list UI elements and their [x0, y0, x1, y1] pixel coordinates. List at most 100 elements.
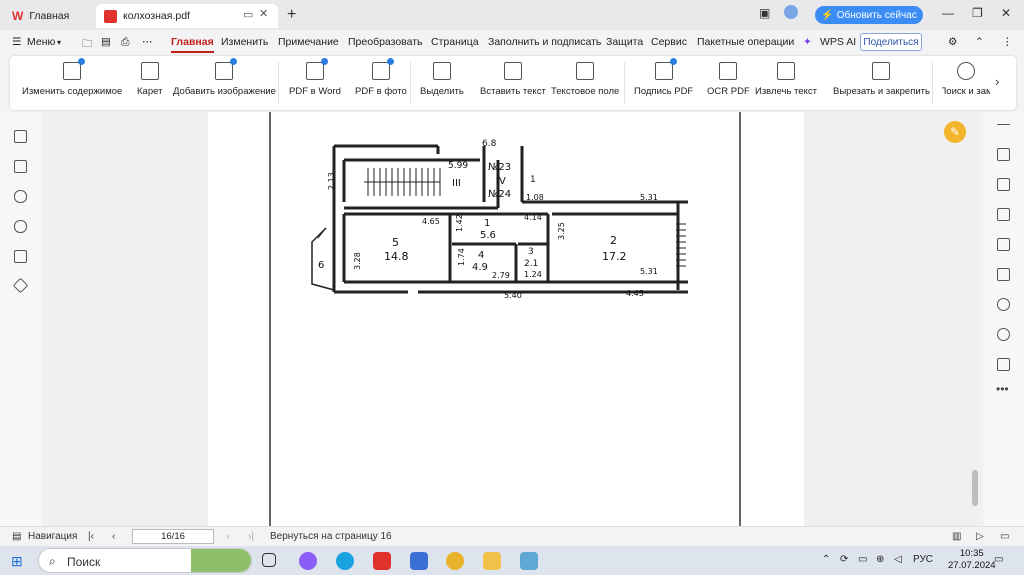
tray-network-icon[interactable]: ⊕	[876, 554, 884, 565]
menu-tab-edit[interactable]: Изменить	[221, 36, 268, 48]
signature-icon[interactable]	[14, 250, 27, 263]
restore-icon[interactable]: ❐	[972, 6, 983, 20]
store-icon[interactable]	[410, 552, 428, 570]
next-page-icon[interactable]: ›	[226, 531, 229, 542]
tray-volume-icon[interactable]: ◁	[894, 554, 902, 565]
menu-tab-fill-sign[interactable]: Заполнить и подписать	[488, 36, 601, 48]
insert-text-button[interactable]: Вставить текст	[480, 62, 546, 106]
crop-pin-button[interactable]: Вырезать и закрепить	[833, 62, 930, 106]
monitor-icon[interactable]: ▭	[243, 8, 253, 21]
find-icon[interactable]	[997, 298, 1010, 311]
text-box-icon	[576, 62, 595, 80]
tray-language[interactable]: РУС	[913, 554, 933, 565]
navigation-icon[interactable]: ▤	[12, 531, 21, 542]
tray-battery-icon[interactable]: ▭	[858, 554, 867, 565]
pdf-page[interactable]: 6.8 5.99 №23 IV №24 III 2.13 1 1.08 5.31…	[208, 112, 804, 526]
attachment-icon[interactable]	[14, 220, 27, 233]
paint-icon[interactable]	[520, 552, 538, 570]
play-icon[interactable]: ▷	[976, 531, 984, 542]
chrome-icon[interactable]	[446, 552, 464, 570]
last-page-icon[interactable]: ›|	[248, 531, 254, 542]
help-icon[interactable]	[997, 328, 1010, 341]
menu-tab-service[interactable]: Сервис	[651, 36, 687, 48]
text-box-button[interactable]: Текстовое поле	[551, 62, 619, 106]
save-icon[interactable]: ▤	[101, 36, 111, 48]
pdf-to-word-button[interactable]: PDF в Word	[289, 58, 341, 106]
ribbon-scroll-right-icon[interactable]: ›	[995, 74, 999, 89]
more-options-icon[interactable]: ⋮	[1002, 36, 1013, 48]
reading-view-icon[interactable]: ▥	[952, 531, 961, 542]
taskbar-search[interactable]: ⌕ Поиск	[38, 548, 252, 573]
avatar[interactable]	[784, 5, 798, 19]
tray-sync-icon[interactable]: ⟳	[840, 554, 848, 565]
back-to-page-link[interactable]: Вернуться на страницу 16	[270, 531, 392, 542]
window-layout-icon[interactable]: ▣	[759, 6, 770, 20]
task-view-icon[interactable]	[262, 553, 276, 567]
open-folder-icon[interactable]: 🗀	[82, 36, 93, 54]
file-explorer-icon[interactable]	[483, 552, 501, 570]
minimize-icon[interactable]: —	[942, 6, 954, 20]
comments-icon[interactable]	[14, 190, 27, 203]
sign-icon[interactable]	[997, 208, 1010, 221]
print-icon[interactable]: ⎙	[121, 36, 129, 49]
tab-home[interactable]: W Главная	[4, 4, 94, 28]
hamburger-icon[interactable]: ☰	[12, 36, 21, 48]
edit-icon[interactable]	[997, 148, 1010, 161]
crop-icon	[872, 62, 891, 80]
menu-tab-page[interactable]: Страница	[431, 36, 479, 48]
add-image-button[interactable]: Добавить изображение	[173, 58, 276, 106]
page-number-input[interactable]: 16/16	[132, 529, 214, 544]
wps-ai-button[interactable]: WPS AI	[820, 36, 856, 48]
thumbnails-icon[interactable]	[14, 160, 27, 173]
tab-document-label: колхозная.pdf	[123, 10, 190, 22]
menu-tab-comment[interactable]: Примечание	[278, 36, 339, 48]
zoom-fit-icon[interactable]: ▭	[1000, 531, 1009, 542]
document-icon[interactable]	[997, 178, 1010, 191]
caret-button[interactable]: Карет	[137, 62, 162, 106]
new-tab-icon[interactable]: +	[287, 6, 296, 24]
layers-icon[interactable]	[12, 277, 29, 294]
menu-tab-home[interactable]: Главная	[171, 36, 214, 53]
menu-tab-convert[interactable]: Преобразовать	[348, 36, 423, 48]
share-button[interactable]: Поделиться	[860, 33, 922, 51]
pdf-sign-button[interactable]: Подпись PDF	[634, 58, 693, 106]
navigation-label[interactable]: Навигация	[28, 531, 77, 542]
pdf-to-image-button[interactable]: PDF в фото	[355, 58, 407, 106]
edit-content-button[interactable]: Изменить содержимое	[22, 58, 122, 106]
ribbon-divider	[278, 62, 279, 104]
tab-document[interactable]: колхозная.pdf ▭ ✕	[96, 4, 278, 28]
copilot-icon[interactable]	[299, 552, 317, 570]
highlight-button[interactable]: Выделить	[420, 62, 464, 106]
update-button[interactable]: ⚡ Обновить сейчас	[815, 6, 923, 24]
extract-text-button[interactable]: Извлечь текст	[755, 62, 817, 106]
settings-icon[interactable]: ⚙	[948, 36, 957, 48]
vertical-scrollbar[interactable]	[972, 470, 978, 506]
windows-start-icon[interactable]: ⊞	[11, 553, 23, 570]
plan-label: 2.13	[327, 172, 336, 190]
menu-tab-batch[interactable]: Пакетные операции	[697, 36, 794, 48]
close-window-icon[interactable]: ✕	[1001, 6, 1011, 20]
more-tools-icon[interactable]: •••	[996, 382, 1009, 396]
read-mode-icon[interactable]	[997, 358, 1010, 371]
menu-tab-protect[interactable]: Защита	[606, 36, 643, 48]
ocr-pdf-button[interactable]: OCR PDF	[707, 62, 750, 106]
prev-page-icon[interactable]: ‹	[112, 531, 115, 542]
first-page-icon[interactable]: |‹	[88, 531, 94, 542]
notifications-icon[interactable]: ▭	[994, 554, 1003, 565]
collapse-ribbon-icon[interactable]: ⌃	[975, 36, 984, 48]
page-props-icon[interactable]	[997, 268, 1010, 281]
chevron-down-icon[interactable]: ▾	[57, 38, 61, 47]
wps-taskbar-icon[interactable]	[373, 552, 391, 570]
plan-label: 6.8	[482, 139, 497, 149]
edit-pencil-button[interactable]: ✎	[944, 121, 966, 143]
find-replace-button[interactable]: Поиск и зам	[942, 62, 990, 106]
menu-bar: ☰ Меню ▾ 🗀 ▤ ⎙ ⋯ Главная Изменить Примеч…	[0, 30, 1024, 54]
bookmark-icon[interactable]	[14, 130, 27, 143]
tray-chevron-icon[interactable]: ⌃	[822, 554, 830, 565]
close-tab-icon[interactable]: ✕	[259, 7, 268, 20]
edge-icon[interactable]	[336, 552, 354, 570]
tray-clock[interactable]: 10:35 27.07.2024	[948, 548, 996, 572]
menu-button[interactable]: Меню	[27, 36, 55, 48]
more-icon[interactable]: ⋯	[142, 36, 153, 48]
outline-icon[interactable]	[997, 238, 1010, 251]
